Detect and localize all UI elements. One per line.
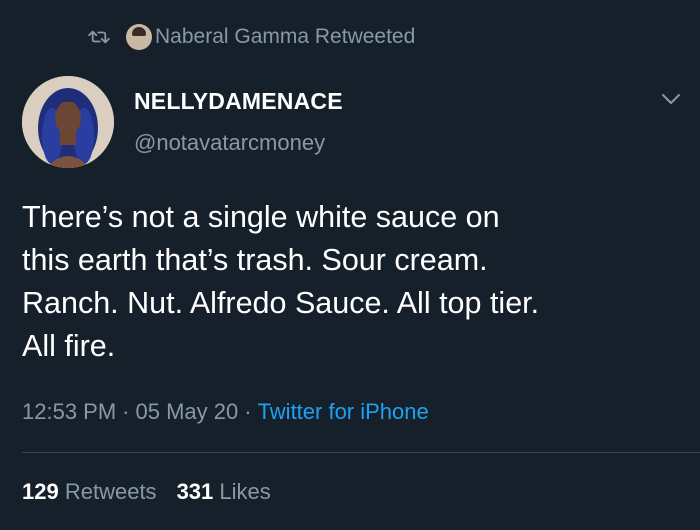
avatar-image xyxy=(22,76,114,168)
likes-stat[interactable]: 331 Likes xyxy=(177,479,271,504)
meta-separator: · xyxy=(244,399,252,424)
likes-count: 331 xyxy=(176,479,214,504)
retweets-count: 129 xyxy=(22,479,59,504)
retweets-stat[interactable]: 129 Retweets xyxy=(22,479,157,504)
meta-separator: · xyxy=(122,399,130,424)
author-display-name[interactable]: NELLYDAMENACE xyxy=(134,88,343,115)
retweeter-avatar[interactable] xyxy=(126,24,152,50)
author-handle[interactable]: @notavatarcmoney xyxy=(134,130,325,156)
retweet-icon xyxy=(88,30,110,44)
tweet-stats: 129 Retweets 331 Likes xyxy=(22,479,271,505)
tweet-time[interactable]: 12:53 PM xyxy=(22,399,116,424)
divider xyxy=(22,452,700,453)
tweet-source-link[interactable]: Twitter for iPhone xyxy=(258,399,429,424)
retweet-banner[interactable]: Naberal Gamma Retweeted xyxy=(88,24,415,50)
retweet-banner-text: Naberal Gamma Retweeted xyxy=(155,25,416,48)
tweet-meta: 12:53 PM · 05 May 20 · Twitter for iPhone xyxy=(22,399,429,425)
retweets-label: Retweets xyxy=(64,479,157,504)
tweet-date[interactable]: 05 May 20 xyxy=(136,399,239,424)
author-avatar[interactable] xyxy=(22,76,114,168)
tweet-text: There’s not a single white sauce on this… xyxy=(22,200,540,363)
likes-label: Likes xyxy=(219,479,271,504)
chevron-down-icon[interactable] xyxy=(660,92,682,106)
